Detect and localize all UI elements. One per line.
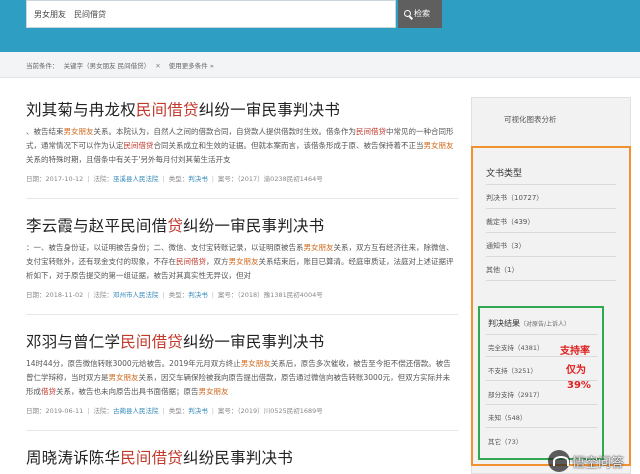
result-court[interactable]: 巫溪县人民法院 <box>113 175 159 183</box>
result-meta: 日期：2018-11-02 | 法院：邓州市人民法院 | 类型：判决书 | 案号：（2018… <box>26 291 323 299</box>
keyword-highlight: 男女朋友 <box>228 257 259 266</box>
result-date: 日期：2019-06-11 <box>26 407 84 415</box>
keyword-highlight: 男女朋友 <box>63 127 94 136</box>
search-keyword-2: 民间借贷 <box>74 10 106 19</box>
filter-label: 当前条件： <box>26 62 59 70</box>
result-type[interactable]: 判决书 <box>188 407 208 415</box>
divider <box>486 184 616 185</box>
search-button-label: 检索 <box>414 9 430 18</box>
support-rate-annotation: 支持率 <box>560 346 590 357</box>
result-item: 邓羽与曾仁学民间借贷纠纷一审民事判决书 14时44分，原告微信转账3000元给被… <box>26 330 456 415</box>
keyword-highlight: 借贷 <box>41 387 56 396</box>
snippet-text: 合同关系成立和生效的证据。但就本案而言，该借条形成于原、被告保持着不正当 <box>153 141 424 150</box>
result-item: 李云霞与赵平民间借贷纠纷一审民事判决书 ：一、被告身份证，以证明被告身份；二、微… <box>26 214 456 299</box>
result-meta: 日期：2019-06-11 | 法院：古蔺县人民法院 | 类型：判决书 | 案号：（2019… <box>26 407 323 415</box>
keyword-highlight: 男女朋友 <box>240 359 271 368</box>
divider <box>486 232 616 233</box>
watermark-text: 悟空问答 <box>572 456 625 471</box>
keyword-highlight: 民间借贷 <box>176 257 206 266</box>
chart-analysis-link[interactable]: 可视化图表分析 <box>504 114 557 125</box>
verdict-item[interactable]: 其它（73） <box>488 436 522 446</box>
divider <box>486 404 598 405</box>
snippet-text: 、被告结束 <box>26 127 64 136</box>
keyword-highlight: 男女朋友 <box>198 387 229 396</box>
watermark: 悟空问答 <box>548 440 640 474</box>
result-snippet: 、被告结束男女朋友关系。本院认为，自然人之间的借款合同，自贷款人提供借款时生效。… <box>26 125 456 167</box>
result-case-no: 案号：（2017）渝0238民初1464号 <box>217 175 323 183</box>
doc-type-item[interactable]: 通知书（3） <box>486 241 525 251</box>
result-date: 日期：2017-10-12 <box>26 175 84 183</box>
search-icon <box>404 10 411 17</box>
search-keyword-1: 男女朋友 <box>34 10 66 19</box>
support-rate-value: 39% <box>567 380 591 391</box>
result-meta: 日期：2017-10-12 | 法院：巫溪县人民法院 | 类型：判决书 | 案号：（2017… <box>26 175 323 183</box>
verdict-item[interactable]: 未知（548） <box>488 412 526 422</box>
divider <box>486 256 616 257</box>
filter-bar: 当前条件： 关键字（男女朋友 民间借贷） ✕ 使用更多条件 » <box>0 52 640 78</box>
result-type[interactable]: 判决书 <box>188 291 208 299</box>
snippet-text: 关系，被告也未向原告出具书面借据；原告 <box>56 387 199 396</box>
verdict-subtitle: （对原告/上诉人） <box>520 321 571 328</box>
result-snippet: ：一、被告身份证，以证明被告身份；二、微信、支付宝转账记录，以证明原被告系男女朋… <box>26 241 456 283</box>
result-title[interactable]: 李云霞与赵平民间借贷纠纷一审民事判决书 <box>26 214 456 236</box>
result-case-no: 案号：（2019）川0525民初1689号 <box>217 407 323 415</box>
result-case-no: 案号：（2018）豫1381民初4004号 <box>217 291 323 299</box>
snippet-text: ，双方 <box>206 257 229 266</box>
snippet-text: 14时44分，原告微信转账3000元给被告。2019年元月双方终止 <box>26 359 241 368</box>
doc-type-item[interactable]: 其他（1） <box>486 265 518 275</box>
more-conditions-link[interactable]: 使用更多条件 » <box>169 62 214 70</box>
result-court[interactable]: 邓州市人民法院 <box>113 291 159 299</box>
filter-condition: 关键字（男女朋友 民间借贷） <box>63 62 151 70</box>
verdict-item[interactable]: 完全支持（4381） <box>488 342 544 352</box>
snippet-text: 关系。本院认为，自然人之间的借款合同，自贷款人提供借款时生效。借条作为 <box>93 127 357 136</box>
divider <box>486 208 616 209</box>
result-title[interactable]: 邓羽与曾仁学民间借贷纠纷一审民事判决书 <box>26 330 456 352</box>
remove-filter-icon[interactable]: ✕ <box>155 62 160 70</box>
result-item: 刘其菊与冉龙权民间借贷纠纷一审民事判决书 、被告结束男女朋友关系。本院认为，自然… <box>26 98 456 183</box>
snippet-text: ：一、被告身份证，以证明被告身份；二、微信、支付宝转账记录，以证明原被告系 <box>26 243 304 252</box>
result-type[interactable]: 判决书 <box>188 175 208 183</box>
doc-type-item[interactable]: 裁定书（439） <box>486 217 534 227</box>
support-rate-annotation: 仅为 <box>566 365 586 376</box>
result-date: 日期：2018-11-02 <box>26 291 84 299</box>
keyword-highlight: 男女朋友 <box>108 373 139 382</box>
divider <box>486 280 616 281</box>
divider <box>26 314 458 315</box>
result-item: 周晓涛诉陈华民间借贷纠纷民事判决书 <box>26 446 456 468</box>
verdict-title: 判决结果（对原告/上诉人） <box>488 319 571 328</box>
result-title[interactable]: 周晓涛诉陈华民间借贷纠纷民事判决书 <box>26 446 456 468</box>
search-button[interactable]: 检索 <box>398 0 442 28</box>
doc-type-title: 文书类型 <box>486 169 523 179</box>
doc-type-item[interactable]: 判决书（10727） <box>486 193 543 203</box>
keyword-highlight: 民间借贷 <box>356 127 386 136</box>
divider <box>486 334 598 335</box>
verdict-item[interactable]: 不支持（3251） <box>488 365 537 375</box>
snippet-text: 关系的特殊时期，且借条中有关于'另外每月付刘其菊生活开支 <box>26 155 231 164</box>
keyword-highlight: 民间借贷 <box>123 141 154 150</box>
result-court[interactable]: 古蔺县人民法院 <box>113 407 159 415</box>
wukong-logo-icon <box>548 450 570 472</box>
result-title[interactable]: 刘其菊与冉龙权民间借贷纠纷一审民事判决书 <box>26 98 456 120</box>
divider <box>486 427 598 428</box>
divider <box>26 198 458 199</box>
search-input[interactable]: 男女朋友 民间借贷 <box>26 0 396 28</box>
result-snippet: 14时44分，原告微信转账3000元给被告。2019年元月双方终止男女朋友关系后… <box>26 357 456 399</box>
divider <box>26 430 458 431</box>
keyword-highlight: 男女朋友 <box>423 141 454 150</box>
keyword-highlight: 男女朋友 <box>303 243 334 252</box>
verdict-item[interactable]: 部分支持（2917） <box>488 389 544 399</box>
